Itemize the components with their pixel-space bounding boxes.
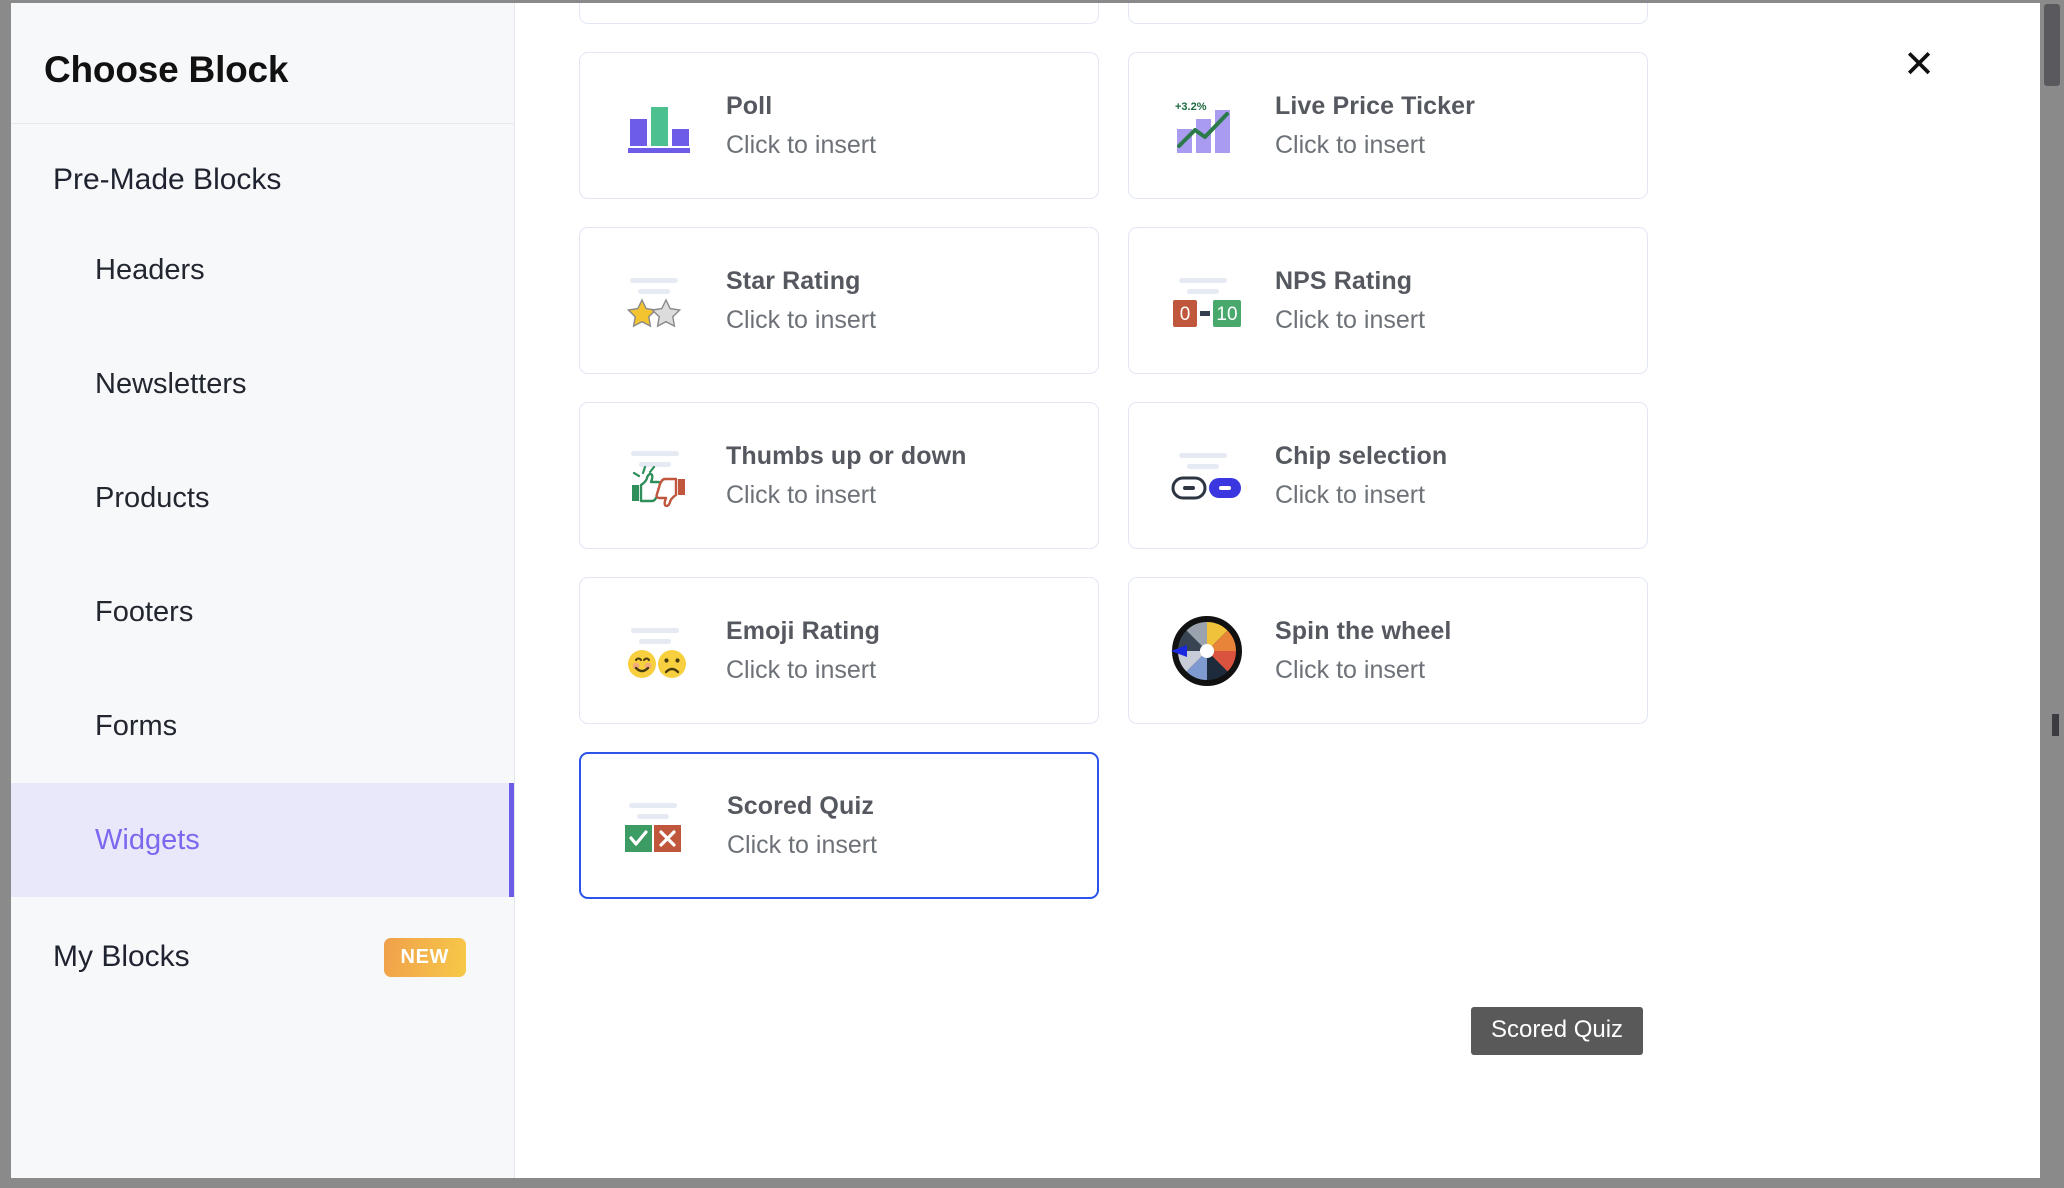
block-card-title: Thumbs up or down [726,441,967,470]
block-card-emoji-rating[interactable]: Emoji Rating Click to insert [579,577,1099,724]
block-card-subtitle: Click to insert [727,830,878,859]
sidebar-divider [11,123,514,124]
window-top-strip [0,0,2064,3]
nps-high-label: 10 [1216,304,1237,325]
screen: Choose Block Pre-Made Blocks Headers New… [0,0,2064,1188]
block-card-subtitle: Click to insert [726,305,877,334]
sidebar-item-widgets[interactable]: Widgets [11,783,514,897]
block-card-text: Poll Click to insert [726,92,876,160]
block-card-subtitle: Click to insert [726,130,877,159]
block-card[interactable]: Click to insert [579,3,1099,24]
block-card-subtitle: Click to insert [726,480,877,509]
choose-block-modal: Choose Block Pre-Made Blocks Headers New… [11,3,2040,1178]
block-card-subtitle: Click to insert [1275,130,1426,159]
block-card-poll[interactable]: Poll Click to insert [579,52,1099,199]
block-card-title: NPS Rating [1275,266,1413,295]
tooltip-scored-quiz: Scored Quiz [1471,1007,1644,1055]
block-card-title: Scored Quiz [727,791,874,820]
block-card-nps-rating[interactable]: 0 10 NPS Rating Click to insert [1128,227,1648,374]
block-card-subtitle: Click to insert [1275,480,1426,509]
ticker-change-label: +3.2% [1175,101,1207,113]
block-card[interactable]: Click to insert [1128,3,1648,24]
block-card-title: Chip selection [1275,441,1448,470]
sidebar-item-label: Footers [95,595,194,628]
block-gallery: ✕ Click to insert [515,3,2040,1178]
bar-chart-icon [615,83,701,169]
star-rating-icon [615,258,701,344]
block-card-text: Emoji Rating Click to insert [726,617,880,685]
page-title: Choose Block [44,49,289,90]
scrollbar-tick [2052,714,2059,736]
scored-quiz-icon [616,783,702,869]
block-card-chip-selection[interactable]: Chip selection Click to insert [1128,402,1648,549]
block-card-title: Emoji Rating [726,616,880,645]
scrollbar-thumb[interactable] [2044,4,2060,86]
sidebar-nav: Pre-Made Blocks Headers Newsletters Prod… [11,91,514,1011]
block-card-scored-quiz[interactable]: Scored Quiz Click to insert [579,752,1099,899]
block-card-text: NPS Rating Click to insert [1275,267,1425,335]
status-badge-new: NEW [383,937,466,977]
spin-wheel-icon [1164,608,1250,694]
sidebar-item-newsletters[interactable]: Newsletters [11,327,514,441]
sidebar-item-label: Headers [95,253,205,286]
nav-group-pre-made-blocks: Pre-Made Blocks [53,163,282,196]
thumbs-icon [615,433,701,519]
block-card-text: Thumbs up or down Click to insert [726,442,967,510]
block-card-grid: Click to insert Click to insert [515,3,1700,899]
price-ticker-icon: +3.2% [1164,83,1250,169]
nps-low-label: 0 [1180,304,1191,325]
block-card-text: Live Price Ticker Click to insert [1275,92,1475,160]
block-card-subtitle: Click to insert [726,655,877,684]
emoji-rating-icon [615,608,701,694]
sidebar-item-label: Forms [95,709,178,742]
nps-rating-icon: 0 10 [1164,258,1250,344]
block-card-title: Star Rating [726,266,861,295]
block-card-thumbs-up-or-down[interactable]: Thumbs up or down Click to insert [579,402,1099,549]
sidebar: Choose Block Pre-Made Blocks Headers New… [11,3,515,1178]
sidebar-item-label: Newsletters [95,367,247,400]
block-card-live-price-ticker[interactable]: +3.2% Live Price Ticker Click to insert [1128,52,1648,199]
block-card-text: Spin the wheel Click to insert [1275,617,1451,685]
sidebar-item-label: Products [95,481,210,514]
block-card-spin-the-wheel[interactable]: Spin the wheel Click to insert [1128,577,1648,724]
window-bottom-strip [0,1178,2064,1188]
block-card-star-rating[interactable]: Star Rating Click to insert [579,227,1099,374]
sidebar-item-label: My Blocks [53,940,190,973]
close-icon[interactable]: ✕ [1890,36,1948,94]
sidebar-item-my-blocks[interactable]: My Blocks NEW [11,903,514,1011]
sidebar-item-forms[interactable]: Forms [11,669,514,783]
block-card-subtitle: Click to insert [1275,305,1426,334]
block-card-title: Poll [726,91,773,120]
block-card-text: Scored Quiz Click to insert [727,792,877,860]
sidebar-item-products[interactable]: Products [11,441,514,555]
block-card-title: Live Price Ticker [1275,91,1475,120]
sidebar-item-footers[interactable]: Footers [11,555,514,669]
window-left-strip [0,0,11,1188]
block-card-title: Spin the wheel [1275,616,1452,645]
block-card-text: Star Rating Click to insert [726,267,876,335]
sidebar-item-headers[interactable]: Headers [11,213,514,327]
block-card-subtitle: Click to insert [1275,655,1426,684]
sidebar-item-label: Widgets [95,823,200,856]
chip-selection-icon [1164,433,1250,519]
block-card-text: Chip selection Click to insert [1275,442,1447,510]
scrollbar-track[interactable] [2040,0,2064,1188]
block-card-placeholder [1128,752,1648,899]
